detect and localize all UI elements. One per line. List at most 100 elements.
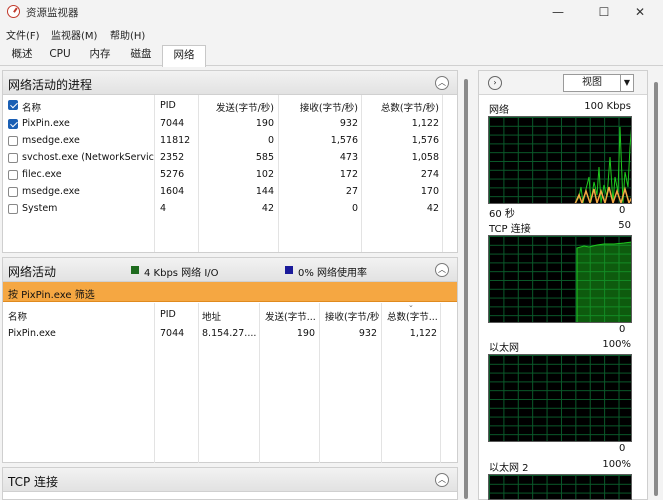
process-pid: 7044 (160, 118, 185, 129)
graph-title: TCP 连接 (489, 224, 531, 235)
process-pid: 4 (160, 203, 167, 214)
process-name: svchost.exe (NetworkServic... (22, 152, 154, 163)
process-send: 144 (255, 186, 274, 197)
column-header-recv[interactable]: 接收(字节/秒) (325, 309, 379, 323)
network-graph-plot (574, 126, 631, 203)
graph-panel: › 视图 ▼ 网络 100 Kbps 60 秒 0 TCP 连接 50 0 以太… (478, 70, 648, 500)
column-header-name[interactable]: 名称 (22, 100, 41, 114)
left-scrollbar[interactable] (462, 71, 470, 500)
graph-scale: 100% (602, 459, 631, 470)
process-recv: 27 (345, 186, 358, 197)
usage-legend-swatch (285, 266, 293, 274)
process-send: 0 (267, 135, 274, 146)
graph-scale: 100 Kbps (584, 101, 631, 112)
network-activity-section: 网络活动 4 Kbps 网络 I/O 0% 网络使用率 ︿ 按 PixPin.e… (2, 257, 458, 463)
minimize-button[interactable]: — (535, 0, 581, 24)
scrollbar-thumb[interactable] (654, 82, 658, 496)
column-divider (442, 95, 443, 252)
row-checkbox[interactable] (8, 153, 18, 163)
process-total: 1,122 (411, 118, 439, 129)
row-checkbox[interactable] (8, 136, 18, 146)
tab-cpu[interactable]: CPU (43, 45, 77, 66)
process-total: 1,576 (411, 135, 439, 146)
graph-scale: 50 (618, 220, 631, 231)
column-header-pid[interactable]: PID (160, 309, 176, 320)
usage-legend-label: 0% 网络使用率 (298, 268, 368, 279)
title-bar: 资源监视器 — ☐ ✕ (0, 0, 663, 24)
tab-disk[interactable]: 磁盘 (122, 45, 160, 66)
process-total: 42 (426, 203, 439, 214)
column-header-send[interactable]: 发送(字节/秒) (200, 100, 274, 114)
scrollbar-thumb[interactable] (464, 79, 468, 499)
row-checkbox[interactable] (8, 204, 18, 214)
menu-help[interactable]: 帮助(H) (110, 27, 145, 42)
process-name: System (22, 203, 58, 214)
column-header-send[interactable]: 发送(字节... (265, 309, 316, 323)
tcp-graph (488, 235, 632, 323)
processes-header[interactable]: 网络活动的进程 ︿ (3, 71, 457, 95)
ethernet-graph (488, 354, 632, 442)
tab-memory[interactable]: 内存 (81, 45, 119, 66)
collapse-icon[interactable]: ︿ (435, 473, 449, 487)
process-name: PixPin.exe (22, 118, 70, 129)
menu-monitor[interactable]: 监视器(M) (51, 27, 97, 42)
process-name: msedge.exe (22, 135, 80, 146)
network-activity-title: 网络活动 (8, 265, 57, 279)
ethernet2-graph (488, 474, 632, 500)
process-pid: 2352 (160, 152, 185, 163)
process-send: 190 (255, 118, 274, 129)
process-send: 585 (255, 152, 274, 163)
process-pid: 11812 (160, 135, 191, 146)
process-recv: 932 (339, 118, 358, 129)
view-button[interactable]: 视图 (563, 74, 621, 92)
column-header-pid[interactable]: PID (160, 100, 176, 111)
close-button[interactable]: ✕ (617, 0, 663, 24)
menu-bar: 文件(F) 监视器(M) 帮助(H) (0, 25, 663, 42)
column-header-total[interactable]: 总数(字节/秒) (363, 100, 439, 114)
activity-recv: 932 (358, 328, 377, 339)
collapse-icon[interactable]: ︿ (435, 263, 449, 277)
activity-pid: 7044 (160, 328, 185, 339)
column-header-address[interactable]: 地址 (202, 309, 221, 323)
menu-file[interactable]: 文件(F) (6, 27, 40, 42)
column-header-name[interactable]: 名称 (8, 309, 27, 323)
tab-network[interactable]: 网络 (162, 45, 206, 67)
tcp-graph-plot (576, 241, 631, 322)
select-all-checkbox[interactable] (8, 100, 18, 110)
processes-section: 网络活动的进程 ︿ 名称 PID 发送(字节/秒) 接收(字节/秒) 总数(字节… (2, 70, 458, 253)
activity-name: PixPin.exe (8, 328, 56, 339)
graph-min-label: 0 (619, 443, 626, 454)
column-divider (259, 303, 260, 463)
process-total: 170 (420, 186, 439, 197)
network-activity-header[interactable]: 网络活动 4 Kbps 网络 I/O 0% 网络使用率 ︿ (3, 258, 457, 282)
process-send: 102 (255, 169, 274, 180)
column-divider (381, 303, 382, 463)
row-checkbox[interactable] (8, 187, 18, 197)
filter-label: 按 PixPin.exe 筛选 (8, 290, 95, 301)
graph-min-label: 0 (619, 324, 626, 335)
view-dropdown-icon[interactable]: ▼ (620, 74, 634, 92)
expand-arrow-icon[interactable]: › (488, 76, 502, 90)
process-name: filec.exe (22, 169, 62, 180)
row-checkbox[interactable] (8, 119, 18, 129)
graph-time-label: 60 秒 (489, 209, 515, 220)
io-legend-swatch (131, 266, 139, 274)
column-divider (154, 303, 155, 463)
column-header-recv[interactable]: 接收(字节/秒) (280, 100, 358, 114)
graph-title: 以太网 (489, 343, 519, 354)
tab-overview[interactable]: 概述 (3, 45, 41, 66)
row-checkbox[interactable] (8, 170, 18, 180)
network-graph (488, 116, 632, 204)
graph-min-label: 0 (619, 205, 626, 216)
activity-total: 1,122 (409, 328, 437, 339)
resource-monitor-icon (7, 5, 20, 18)
tcp-header[interactable]: TCP 连接 ︿ (3, 468, 457, 492)
graph-scale: 100% (602, 339, 631, 350)
process-pid: 1604 (160, 186, 185, 197)
column-header-total[interactable]: 总数(字节... (387, 309, 438, 323)
column-divider (361, 95, 362, 252)
right-scrollbar[interactable] (653, 78, 659, 500)
tcp-title: TCP 连接 (8, 475, 59, 489)
collapse-icon[interactable]: ︿ (435, 76, 449, 90)
process-name: msedge.exe (22, 186, 80, 197)
